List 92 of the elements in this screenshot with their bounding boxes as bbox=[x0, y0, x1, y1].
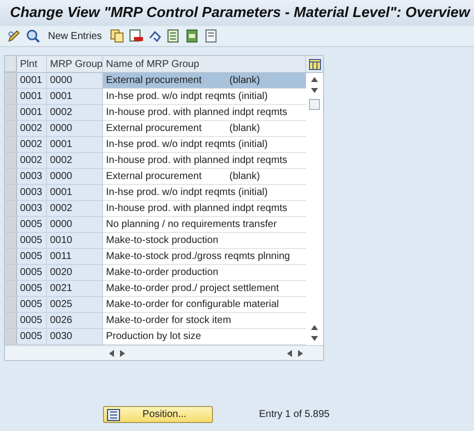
row-selector[interactable] bbox=[5, 137, 17, 153]
table-cell: 0000 bbox=[47, 121, 103, 137]
scroll-thumb[interactable] bbox=[309, 99, 320, 110]
row-selector[interactable] bbox=[5, 265, 17, 281]
table-cell: 0001 bbox=[17, 89, 47, 105]
table-cell[interactable]: In-house prod. with planned indpt reqmts bbox=[103, 153, 306, 168]
table-cell: 0000 bbox=[47, 217, 103, 233]
scroll-right-icon[interactable] bbox=[298, 350, 303, 356]
row-selector[interactable] bbox=[5, 73, 17, 89]
row-selector[interactable] bbox=[5, 329, 17, 345]
table-cell[interactable]: Make-to-order for configurable material bbox=[103, 297, 306, 312]
row-selector[interactable] bbox=[5, 153, 17, 169]
row-selector[interactable] bbox=[5, 185, 17, 201]
table-cell: 0003 bbox=[17, 169, 47, 185]
row-selector[interactable] bbox=[5, 169, 17, 185]
scroll-right-icon[interactable] bbox=[120, 350, 125, 356]
table-cell: 0002 bbox=[17, 121, 47, 137]
table-cell[interactable]: In-hse prod. w/o indpt reqmts (initial) bbox=[103, 89, 306, 104]
table-cell[interactable]: Make-to-order production bbox=[103, 265, 306, 280]
table-cell: 0005 bbox=[17, 297, 47, 313]
row-selector[interactable] bbox=[5, 249, 17, 265]
table-cell: 0002 bbox=[47, 105, 103, 121]
undo-icon[interactable] bbox=[148, 28, 163, 44]
row-selector[interactable] bbox=[5, 233, 17, 249]
position-button[interactable]: Position... bbox=[103, 406, 213, 423]
table-cell: 0002 bbox=[47, 153, 103, 169]
scroll-left-icon[interactable] bbox=[287, 350, 292, 356]
table-cell[interactable]: No planning / no requirements transfer bbox=[103, 217, 306, 232]
row-selector[interactable] bbox=[5, 105, 17, 121]
table-cell: 0003 bbox=[17, 201, 47, 217]
scroll-down-icon[interactable] bbox=[311, 336, 318, 341]
column-settings-icon[interactable] bbox=[308, 58, 320, 70]
table-cell[interactable]: Make-to-stock production bbox=[103, 233, 306, 248]
row-selector[interactable] bbox=[5, 281, 17, 297]
table-cell: 0025 bbox=[47, 297, 103, 313]
row-selector[interactable] bbox=[5, 297, 17, 313]
row-selector[interactable] bbox=[5, 313, 17, 329]
table-cell: 0011 bbox=[47, 249, 103, 265]
table-cell: 0005 bbox=[17, 249, 47, 265]
row-selector[interactable] bbox=[5, 217, 17, 233]
new-entries-button[interactable]: New Entries bbox=[44, 30, 106, 42]
table-cell: 0005 bbox=[17, 329, 47, 345]
table-cell: 0001 bbox=[47, 89, 103, 105]
table-cell: 0005 bbox=[17, 217, 47, 233]
table-cell[interactable]: External procurement (blank) bbox=[103, 121, 306, 136]
table-cell: 0003 bbox=[17, 185, 47, 201]
column-header[interactable]: Name of MRP Group bbox=[103, 56, 306, 72]
table-cell: 0001 bbox=[17, 73, 47, 89]
table-cell: 0002 bbox=[47, 201, 103, 217]
table-cell: 0005 bbox=[17, 265, 47, 281]
table-cell: 0000 bbox=[47, 169, 103, 185]
table-cell: 0001 bbox=[17, 105, 47, 121]
table-cell[interactable]: In-hse prod. w/o indpt reqmts (initial) bbox=[103, 137, 306, 152]
row-selector[interactable] bbox=[5, 89, 17, 105]
scroll-up-icon[interactable] bbox=[311, 325, 318, 330]
table-cell: 0000 bbox=[47, 73, 103, 89]
table-cell: 0010 bbox=[47, 233, 103, 249]
column-header[interactable]: MRP Group bbox=[47, 56, 103, 72]
table-cell[interactable]: In-hse prod. w/o indpt reqmts (initial) bbox=[103, 185, 306, 200]
table-cell: 0002 bbox=[17, 153, 47, 169]
table-cell[interactable]: External procurement (blank) bbox=[103, 169, 306, 184]
delete-icon[interactable] bbox=[128, 28, 144, 44]
column-header[interactable]: Plnt bbox=[17, 56, 47, 72]
table-cell: 0005 bbox=[17, 313, 47, 329]
table-cell: 0026 bbox=[47, 313, 103, 329]
select-all-button[interactable] bbox=[5, 56, 17, 72]
table-cell[interactable]: In-house prod. with planned indpt reqmts bbox=[103, 105, 306, 120]
entry-count: Entry 1 of 5.895 bbox=[259, 409, 330, 420]
table-cell: 0002 bbox=[17, 137, 47, 153]
table-cell[interactable]: Make-to-order prod./ project settlement bbox=[103, 281, 306, 296]
table-cell: 0021 bbox=[47, 281, 103, 297]
edit-icon[interactable] bbox=[6, 28, 21, 44]
row-selector[interactable] bbox=[5, 201, 17, 217]
scroll-down-icon[interactable] bbox=[311, 88, 318, 93]
position-icon bbox=[107, 408, 120, 420]
table-cell[interactable]: Make-to-stock prod./gross reqmts plnning bbox=[103, 249, 306, 264]
table-cell: 0001 bbox=[47, 137, 103, 153]
display-icon[interactable] bbox=[25, 28, 40, 44]
table-cell: 0020 bbox=[47, 265, 103, 281]
table-cell[interactable]: Make-to-order for stock item bbox=[103, 313, 306, 328]
copy-icon[interactable] bbox=[110, 28, 125, 44]
table-cell: 0005 bbox=[17, 233, 47, 249]
table-cell: 0005 bbox=[17, 281, 47, 297]
scroll-up-icon[interactable] bbox=[311, 77, 318, 82]
table-cell[interactable]: In-house prod. with planned indpt reqmts bbox=[103, 201, 306, 216]
table-cell[interactable]: External procurement (blank) bbox=[103, 73, 306, 88]
table-cell[interactable]: Production by lot size bbox=[103, 329, 306, 344]
table-cell: 0001 bbox=[47, 185, 103, 201]
row-selector[interactable] bbox=[5, 121, 17, 137]
table-cell: 0030 bbox=[47, 329, 103, 345]
scroll-left-icon[interactable] bbox=[109, 350, 114, 356]
window-title: Change View "MRP Control Parameters - Material Level": Overview bbox=[10, 5, 470, 21]
